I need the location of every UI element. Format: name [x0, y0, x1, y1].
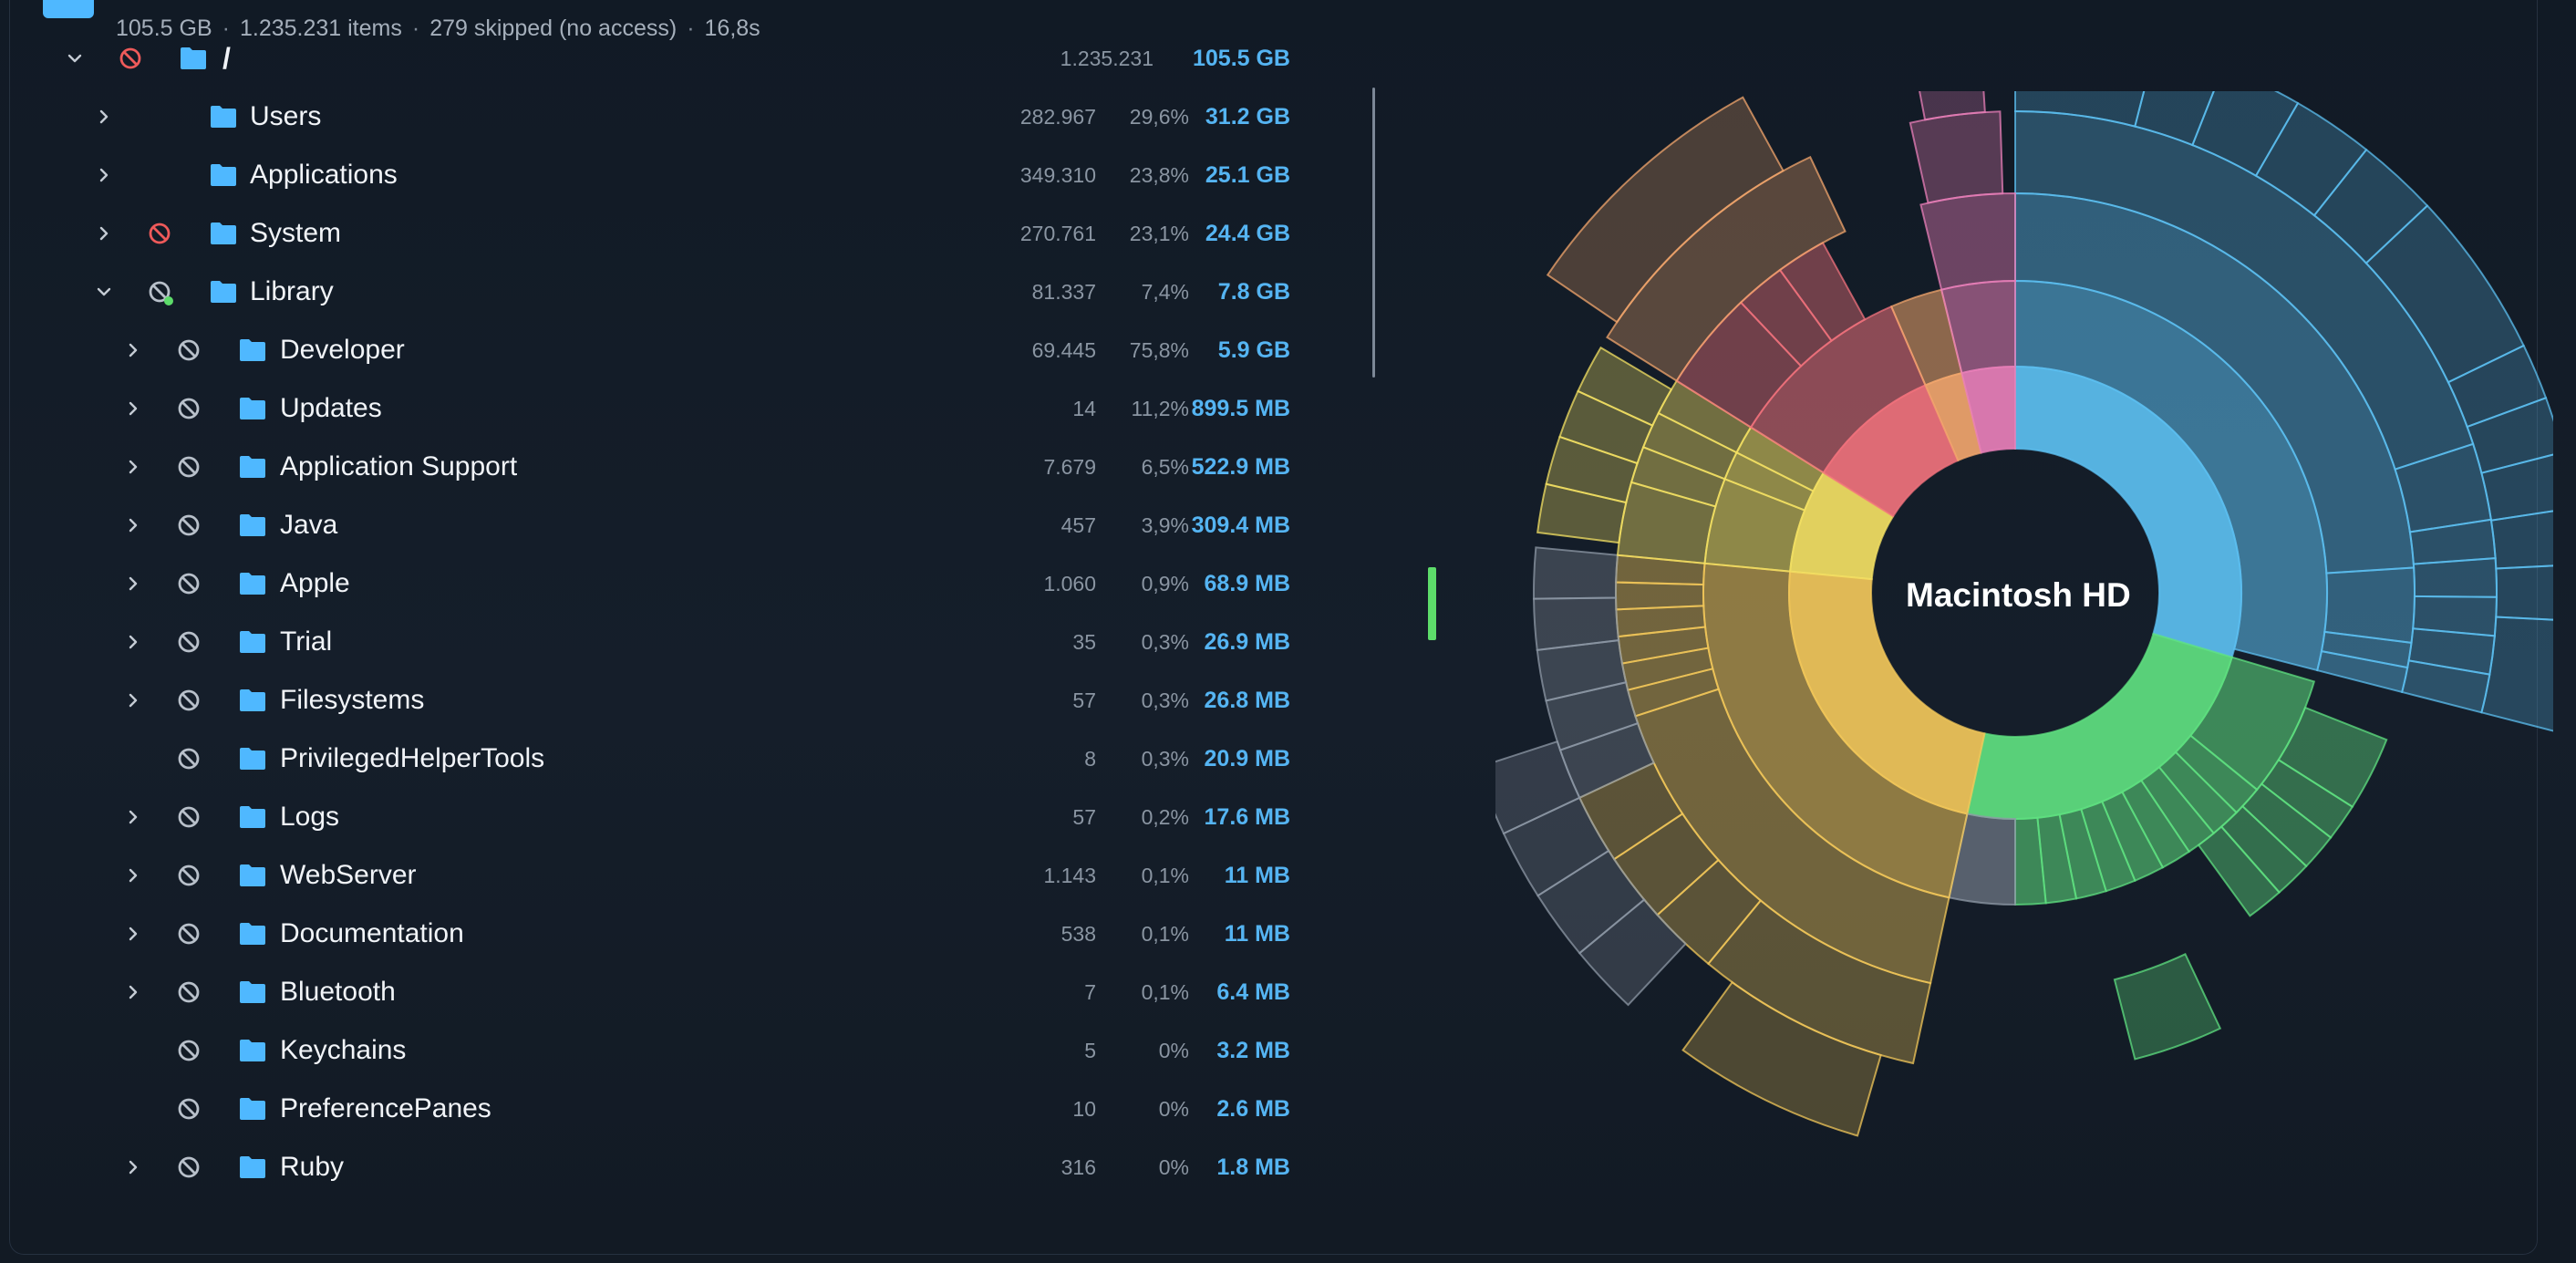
- apps-r4-0[interactable]: [2113, 952, 2222, 1061]
- tree-row-item-count: 69.445: [1031, 338, 1096, 362]
- users-r4b-2[interactable]: [2412, 557, 2498, 598]
- system-r4-gray-4[interactable]: [1533, 546, 1619, 600]
- tree-row-percentage: 0,1%: [1141, 864, 1189, 887]
- tree-row-percentage: 23,1%: [1129, 222, 1189, 245]
- tree-row-item-count: 7: [1084, 980, 1096, 1004]
- tree-row[interactable]: Documentation 538 0,1% 11 MB: [0, 905, 1313, 963]
- tree-row-item-count: 1.143: [1043, 864, 1096, 887]
- tree-row-size: 1.8 MB: [1216, 1154, 1290, 1180]
- tree-row[interactable]: Updates 14 11,2% 899.5 MB: [0, 379, 1313, 438]
- tree-row-percentage: 0,2%: [1141, 805, 1189, 829]
- tree-row-percentage: 0,1%: [1141, 980, 1189, 1004]
- tree-row-item-count: 282.967: [1019, 105, 1096, 129]
- tree-row[interactable]: Logs 57 0,2% 17.6 MB: [0, 788, 1313, 846]
- tree-row-item-count: 5: [1084, 1039, 1096, 1062]
- tree-row-percentage: 0%: [1158, 1039, 1189, 1062]
- tree-row-item-count: 316: [1060, 1155, 1096, 1179]
- tree-row[interactable]: Trial 35 0,3% 26.9 MB: [0, 613, 1313, 671]
- tree-scrollbar[interactable]: [1372, 88, 1375, 378]
- tree-row[interactable]: Filesystems 57 0,3% 26.8 MB: [0, 671, 1313, 730]
- tree-row-item-count: 8: [1084, 747, 1096, 771]
- tree-row-size: 2.6 MB: [1216, 1096, 1290, 1122]
- tree-row[interactable]: Application Support 7.679 6,5% 522.9 MB: [0, 438, 1313, 496]
- tree-row-item-count: 1.235.231: [1060, 47, 1154, 70]
- tree-row[interactable]: WebServer 1.143 0,1% 11 MB: [0, 846, 1313, 905]
- tree-row[interactable]: Developer 69.445 75,8% 5.9 GB: [0, 321, 1313, 379]
- tree-row-percentage: 0,3%: [1141, 747, 1189, 771]
- users-r3b-0[interactable]: [2323, 566, 2416, 645]
- system-r4-gray-3[interactable]: [1533, 596, 1620, 651]
- tree-row-item-count: 349.310: [1019, 163, 1096, 187]
- tree-row-size: 899.5 MB: [1191, 396, 1290, 421]
- tree-row[interactable]: Library 81.337 7,4% 7.8 GB: [0, 263, 1313, 321]
- pink-r3-0[interactable]: [1919, 192, 2016, 291]
- system-r3b-4[interactable]: [1615, 581, 1705, 611]
- tree-row-size: 3.2 MB: [1216, 1038, 1290, 1063]
- tree-row[interactable]: /1.235.231 105.5 GB: [0, 29, 1313, 88]
- tree-row-item-count: 14: [1072, 397, 1096, 420]
- tree-row-item-count: 57: [1072, 688, 1096, 712]
- tree-row-size: 17.6 MB: [1204, 804, 1290, 830]
- tree-row-percentage: 29,6%: [1129, 105, 1189, 129]
- users-r5c-5[interactable]: [2495, 564, 2553, 621]
- sunburst-chart[interactable]: [1495, 91, 2553, 1149]
- tree-row-percentage: 0,9%: [1141, 572, 1189, 595]
- tree-row-item-count: 270.761: [1019, 222, 1096, 245]
- tree-row-size: 6.4 MB: [1216, 979, 1290, 1005]
- tree-row[interactable]: Applications 349.310 23,8% 25.1 GB: [0, 146, 1313, 204]
- tree-row-size: 31.2 GB: [1205, 104, 1290, 129]
- tree-row[interactable]: Apple 1.060 0,9% 68.9 MB: [0, 554, 1313, 613]
- tree-row[interactable]: Keychains 5 0% 3.2 MB: [0, 1021, 1313, 1080]
- tree-row-percentage: 0,3%: [1141, 688, 1189, 712]
- tree-row-percentage: 23,8%: [1129, 163, 1189, 187]
- tree-row-item-count: 457: [1060, 513, 1096, 537]
- tree-row[interactable]: PreferencePanes 10 0% 2.6 MB: [0, 1080, 1313, 1138]
- tree-row-percentage: 0%: [1158, 1097, 1189, 1121]
- tree-row-item-count: 7.679: [1043, 455, 1096, 479]
- header-folder-icon: [43, 0, 94, 18]
- tree-row-item-count: 10: [1072, 1097, 1096, 1121]
- tree-row[interactable]: Java 457 3,9% 309.4 MB: [0, 496, 1313, 554]
- tree-row-size: 105.5 GB: [1192, 46, 1290, 71]
- tree-row-size: 7.8 GB: [1217, 279, 1290, 305]
- tree-row-percentage: 75,8%: [1129, 338, 1189, 362]
- scroll-position-indicator: [1428, 567, 1436, 640]
- tree-row[interactable]: Ruby 316 0% 1.8 MB: [0, 1138, 1313, 1196]
- tree-row-item-count: 538: [1060, 922, 1096, 946]
- tree-row-size: 11 MB: [1224, 863, 1290, 888]
- tree-row-size: 26.8 MB: [1204, 688, 1290, 713]
- tree-row[interactable]: System 270.761 23,1% 24.4 GB: [0, 204, 1313, 263]
- tree-row-size: 26.9 MB: [1204, 629, 1290, 655]
- tree-row-item-count: 81.337: [1031, 280, 1096, 304]
- tree-row-percentage: 0,3%: [1141, 630, 1189, 654]
- tree-row[interactable]: PrivilegedHelperTools 8 0,3% 20.9 MB: [0, 730, 1313, 788]
- tree-row-size: 11 MB: [1224, 921, 1290, 947]
- tree-row-size: 68.9 MB: [1204, 571, 1290, 596]
- tree-row-size: 5.9 GB: [1217, 337, 1290, 363]
- tree-row[interactable]: Bluetooth 7 0,1% 6.4 MB: [0, 963, 1313, 1021]
- tree-row-item-count: 35: [1072, 630, 1096, 654]
- tree-row-percentage: 6,5%: [1141, 455, 1189, 479]
- tree-row-item-count: 1.060: [1043, 572, 1096, 595]
- tree-row-size: 24.4 GB: [1205, 221, 1290, 246]
- tree-row-percentage: 0%: [1158, 1155, 1189, 1179]
- tree-row-percentage: 7,4%: [1141, 280, 1189, 304]
- pink-r4-0[interactable]: [1909, 110, 2004, 204]
- tree-row-size: 522.9 MB: [1191, 454, 1290, 480]
- tree-row-percentage: 11,2%: [1131, 397, 1189, 420]
- tree-row-percentage: 3,9%: [1141, 513, 1189, 537]
- tree-row-item-count: 57: [1072, 805, 1096, 829]
- tree-row-size: 20.9 MB: [1204, 746, 1290, 771]
- tree-row-size: 309.4 MB: [1191, 512, 1290, 538]
- tree-row-size: 25.1 GB: [1205, 162, 1290, 188]
- sunburst-center-label: Macintosh HD: [1906, 576, 2131, 614]
- tree-row[interactable]: Users 282.967 29,6% 31.2 GB: [0, 88, 1313, 146]
- tree-row-percentage: 0,1%: [1141, 922, 1189, 946]
